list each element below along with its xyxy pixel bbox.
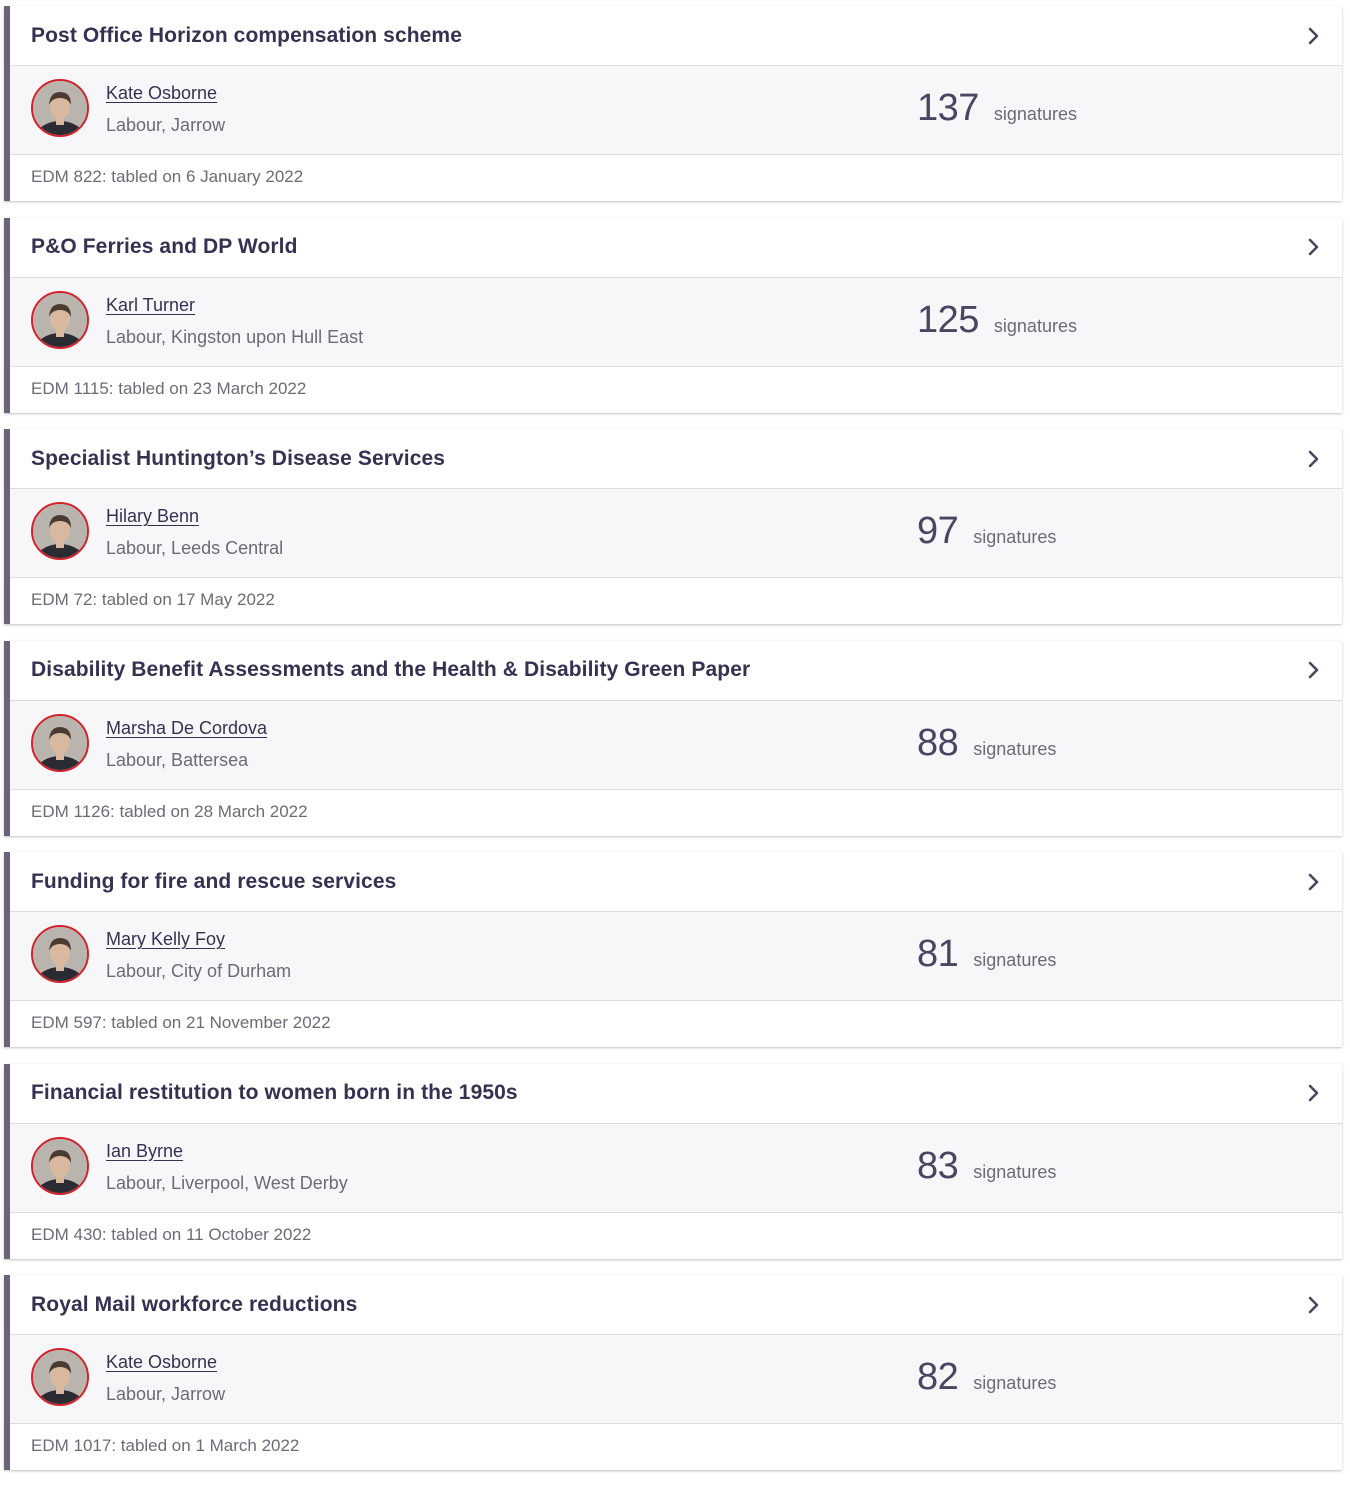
member-name-link[interactable]: Kate Osborne <box>106 1350 225 1374</box>
member-info: Mary Kelly Foy Labour, City of Durham <box>106 927 291 983</box>
member-party-constituency: Labour, Liverpool, West Derby <box>106 1172 348 1193</box>
motion-card-body: Mary Kelly Foy Labour, City of Durham 81… <box>10 912 1342 1001</box>
signature-count-label: signatures <box>973 738 1057 759</box>
member-avatar[interactable] <box>31 1348 89 1406</box>
motion-card-header[interactable]: P&O Ferries and DP World <box>10 218 1342 278</box>
motion-tabled-info: EDM 430: tabled on 11 October 2022 <box>31 1224 312 1244</box>
motion-card[interactable]: Financial restitution to women born in t… <box>4 1063 1342 1259</box>
motion-title[interactable]: Royal Mail workforce reductions <box>31 1293 1304 1317</box>
motion-card-body: Marsha De Cordova Labour, Battersea 88 s… <box>10 700 1342 790</box>
member-avatar[interactable] <box>31 713 89 772</box>
motion-card-header[interactable]: Post Office Horizon compensation scheme <box>10 6 1342 66</box>
member-avatar[interactable] <box>31 925 89 983</box>
signature-count-number: 97 <box>917 510 959 552</box>
signature-count-number: 137 <box>917 87 979 129</box>
motion-tabled-info: EDM 597: tabled on 21 November 2022 <box>31 1013 331 1032</box>
signature-count: 125 signatures <box>917 296 1077 344</box>
chevron-right-icon[interactable] <box>1304 660 1324 680</box>
signature-count: 83 signatures <box>917 1142 1056 1190</box>
signature-count: 81 signatures <box>917 930 1056 978</box>
motion-tabled-info: EDM 1115: tabled on 23 March 2022 <box>31 378 307 398</box>
motion-card-header[interactable]: Disability Benefit Assessments and the H… <box>10 641 1342 701</box>
motion-card-header[interactable]: Royal Mail workforce reductions <box>10 1275 1342 1335</box>
signature-count-label: signatures <box>993 315 1077 336</box>
member-party-constituency: Labour, Jarrow <box>106 1384 226 1404</box>
motion-title[interactable]: Specialist Huntington’s Disease Services <box>31 447 1304 471</box>
member-name-link[interactable]: Ian Byrne <box>106 1139 348 1163</box>
signature-count-number: 81 <box>917 933 959 975</box>
motion-title[interactable]: Post Office Horizon compensation scheme <box>31 24 1304 48</box>
member-party-constituency: Labour, Battersea <box>106 749 249 770</box>
member-party-constituency: Labour, Jarrow <box>106 115 226 135</box>
motion-tabled-info: EDM 822: tabled on 6 January 2022 <box>31 167 304 186</box>
motion-card-header[interactable]: Specialist Huntington’s Disease Services <box>10 429 1342 489</box>
member-name-link[interactable]: Hilary Benn <box>106 504 283 528</box>
motion-tabled-info: EDM 72: tabled on 17 May 2022 <box>31 590 275 609</box>
member-avatar[interactable] <box>31 79 89 137</box>
member-name-link[interactable]: Kate Osborne <box>106 81 225 105</box>
member-info: Karl Turner Labour, Kingston upon Hull E… <box>106 293 363 349</box>
member-party-constituency: Labour, Leeds Central <box>106 538 284 558</box>
member-name-link[interactable]: Marsha De Cordova <box>106 716 267 740</box>
signature-count-label: signatures <box>993 104 1077 124</box>
signature-count-label: signatures <box>973 527 1057 547</box>
member-info: Kate Osborne Labour, Jarrow <box>106 81 225 137</box>
signature-count-number: 88 <box>917 721 959 764</box>
motion-title[interactable]: Funding for fire and rescue services <box>31 870 1304 894</box>
motion-list: Post Office Horizon compensation scheme … <box>4 6 1342 1487</box>
motion-tabled-info: EDM 1126: tabled on 28 March 2022 <box>31 801 308 821</box>
member-party-constituency: Labour, Kingston upon Hull East <box>106 326 364 347</box>
chevron-right-icon[interactable] <box>1304 449 1324 469</box>
motion-title[interactable]: P&O Ferries and DP World <box>31 235 1304 259</box>
signature-count: 137 signatures <box>917 84 1077 132</box>
member-info: Hilary Benn Labour, Leeds Central <box>106 504 283 560</box>
signature-count-number: 125 <box>917 298 979 341</box>
motion-card-body: Hilary Benn Labour, Leeds Central 97 sig… <box>10 489 1342 578</box>
motion-card-body: Karl Turner Labour, Kingston upon Hull E… <box>10 277 1342 367</box>
chevron-right-icon[interactable] <box>1304 26 1324 46</box>
motion-card-body: Ian Byrne Labour, Liverpool, West Derby … <box>10 1123 1342 1213</box>
signature-count: 82 signatures <box>917 1353 1056 1401</box>
motion-card-header[interactable]: Funding for fire and rescue services <box>10 852 1342 912</box>
signature-count: 97 signatures <box>917 507 1056 555</box>
motion-card[interactable]: Royal Mail workforce reductions Kate Osb… <box>4 1275 1342 1470</box>
member-name-link[interactable]: Mary Kelly Foy <box>106 927 291 951</box>
member-name-link[interactable]: Karl Turner <box>106 293 363 317</box>
motion-card-header[interactable]: Financial restitution to women born in t… <box>10 1064 1342 1124</box>
member-avatar[interactable] <box>31 502 89 560</box>
chevron-right-icon[interactable] <box>1304 1295 1324 1315</box>
member-party-constituency: Labour, City of Durham <box>106 961 292 981</box>
motion-title[interactable]: Financial restitution to women born in t… <box>31 1081 1304 1105</box>
member-info: Ian Byrne Labour, Liverpool, West Derby <box>106 1139 348 1195</box>
member-info: Marsha De Cordova Labour, Battersea <box>106 716 267 772</box>
motion-title[interactable]: Disability Benefit Assessments and the H… <box>31 658 1304 682</box>
motion-card[interactable]: Post Office Horizon compensation scheme … <box>4 6 1342 201</box>
signature-count-label: signatures <box>973 1161 1057 1182</box>
signature-count: 88 signatures <box>917 719 1056 767</box>
signature-count-number: 82 <box>917 1356 959 1398</box>
member-info: Kate Osborne Labour, Jarrow <box>106 1350 225 1406</box>
chevron-right-icon[interactable] <box>1304 237 1324 257</box>
chevron-right-icon[interactable] <box>1304 872 1324 892</box>
motion-card[interactable]: Specialist Huntington’s Disease Services… <box>4 429 1342 624</box>
motion-card[interactable]: Funding for fire and rescue services Mar… <box>4 852 1342 1047</box>
member-avatar[interactable] <box>31 1136 89 1195</box>
signature-count-number: 83 <box>917 1144 959 1187</box>
motion-card[interactable]: Disability Benefit Assessments and the H… <box>4 640 1342 836</box>
motion-card[interactable]: P&O Ferries and DP World Karl Turner Lab… <box>4 217 1342 413</box>
chevron-right-icon[interactable] <box>1304 1083 1324 1103</box>
motion-card-body: Kate Osborne Labour, Jarrow 82 signature… <box>10 1335 1342 1424</box>
member-avatar[interactable] <box>31 290 89 349</box>
motion-card-body: Kate Osborne Labour, Jarrow 137 signatur… <box>10 66 1342 155</box>
motion-tabled-info: EDM 1017: tabled on 1 March 2022 <box>31 1436 300 1455</box>
signature-count-label: signatures <box>973 950 1057 970</box>
signature-count-label: signatures <box>973 1373 1057 1393</box>
